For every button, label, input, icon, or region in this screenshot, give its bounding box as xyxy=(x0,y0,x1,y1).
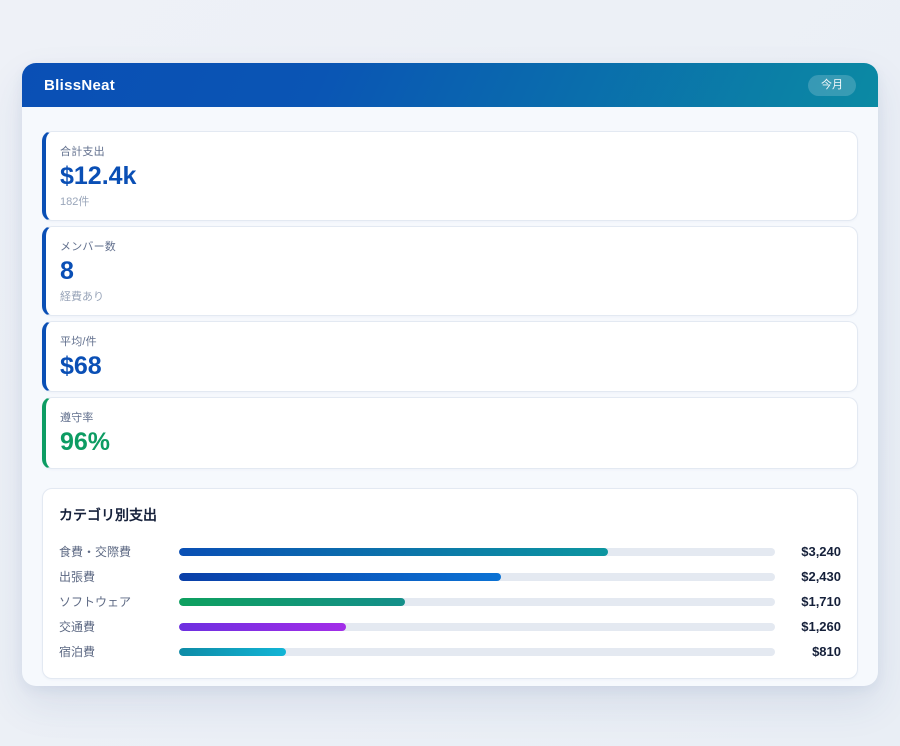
category-label: 交通費 xyxy=(59,618,179,635)
category-spending-card: カテゴリ別支出 食費・交際費 $3,240 出張費 $2,430 ソフトウェア … xyxy=(42,488,858,679)
stats-list: 合計支出 $12.4k 182件 メンバー数 8 経費あり 平均/件 $68 遵… xyxy=(42,131,858,469)
category-bar-fill xyxy=(179,548,608,556)
category-bar-track xyxy=(179,648,775,656)
category-bar-track xyxy=(179,548,775,556)
stat-sub: 182件 xyxy=(60,193,841,209)
category-bar-fill xyxy=(179,573,501,581)
category-label: 食費・交際費 xyxy=(59,543,179,560)
category-section-title: カテゴリ別支出 xyxy=(59,505,841,525)
category-amount: $1,260 xyxy=(775,619,841,634)
dashboard-panel: BlissNeat 今月 合計支出 $12.4k 182件 メンバー数 8 経費… xyxy=(22,63,878,686)
app-title: BlissNeat xyxy=(44,77,115,94)
category-bar-fill xyxy=(179,648,286,656)
category-amount: $810 xyxy=(775,644,841,659)
category-amount: $2,430 xyxy=(775,569,841,584)
stat-card: メンバー数 8 経費あり xyxy=(42,226,858,316)
category-label: ソフトウェア xyxy=(59,593,179,610)
category-bar-track xyxy=(179,598,775,606)
stat-card: 遵守率 96% xyxy=(42,397,858,469)
stat-label: 平均/件 xyxy=(60,333,841,349)
stat-value: 96% xyxy=(60,428,841,457)
stat-card: 合計支出 $12.4k 182件 xyxy=(42,131,858,221)
category-row: 交通費 $1,260 xyxy=(59,614,841,639)
category-amount: $3,240 xyxy=(775,544,841,559)
category-amount: $1,710 xyxy=(775,594,841,609)
dashboard-content: 合計支出 $12.4k 182件 メンバー数 8 経費あり 平均/件 $68 遵… xyxy=(22,107,878,679)
category-bar-track xyxy=(179,623,775,631)
category-row: 出張費 $2,430 xyxy=(59,564,841,589)
category-bar-fill xyxy=(179,623,346,631)
category-row: ソフトウェア $1,710 xyxy=(59,589,841,614)
stat-value: 8 xyxy=(60,257,841,286)
category-bar-track xyxy=(179,573,775,581)
stat-label: 遵守率 xyxy=(60,409,841,425)
stat-label: メンバー数 xyxy=(60,238,841,254)
stat-sub: 経費あり xyxy=(60,288,841,304)
period-badge[interactable]: 今月 xyxy=(808,75,856,96)
category-row: 宿泊費 $810 xyxy=(59,639,841,664)
stat-value: $68 xyxy=(60,352,841,381)
category-label: 宿泊費 xyxy=(59,643,179,660)
stat-label: 合計支出 xyxy=(60,143,841,159)
category-row: 食費・交際費 $3,240 xyxy=(59,539,841,564)
category-bar-list: 食費・交際費 $3,240 出張費 $2,430 ソフトウェア $1,710 交… xyxy=(59,539,841,664)
stat-value: $12.4k xyxy=(60,162,841,191)
category-bar-fill xyxy=(179,598,405,606)
stat-card: 平均/件 $68 xyxy=(42,321,858,393)
app-header: BlissNeat 今月 xyxy=(22,63,878,107)
category-label: 出張費 xyxy=(59,568,179,585)
